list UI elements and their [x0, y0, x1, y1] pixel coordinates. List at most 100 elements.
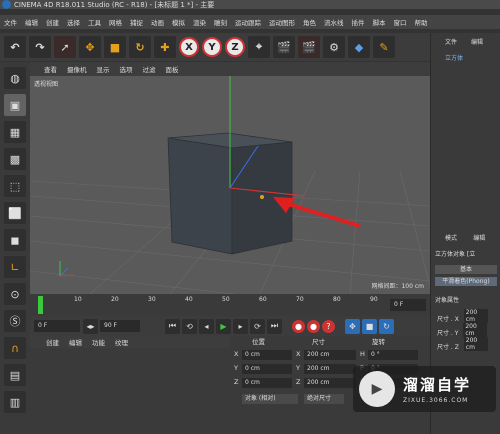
object-list-item-cube[interactable]: 立方体 — [435, 53, 500, 63]
previous-frame-button[interactable]: ◂ — [199, 318, 214, 334]
move-button[interactable]: ✥ — [79, 36, 101, 58]
render-to-picture-viewer-button[interactable]: 🎬 — [298, 36, 320, 58]
material-menu-edit[interactable]: 编辑 — [69, 337, 82, 347]
next-frame-button[interactable]: ▸ — [233, 318, 248, 334]
attr-size-z-field[interactable]: 200 cm — [463, 337, 488, 351]
edges-mode-button[interactable]: ⬜ — [4, 202, 26, 224]
object-menu-file[interactable]: 文件 — [445, 37, 457, 47]
x-axis-button[interactable]: X — [179, 37, 199, 57]
axis-mode-button[interactable]: ∟ — [4, 256, 26, 278]
menu-sculpt[interactable]: 雕刻 — [214, 17, 227, 27]
timeline-tick: 50 — [222, 296, 230, 303]
size-z-field[interactable]: 200 cm — [304, 378, 356, 388]
frame-stepper-icon[interactable]: ◂▸ — [83, 318, 98, 334]
live-select-button[interactable]: ➚ — [54, 36, 76, 58]
material-menu-texture[interactable]: 纹理 — [115, 337, 128, 347]
coordinate-mode-dropdown[interactable]: 对象 (相对) — [242, 394, 298, 404]
model-mode-button[interactable]: ▣ — [4, 94, 26, 116]
object-menu-edit[interactable]: 编辑 — [471, 37, 483, 47]
coordinate-system-button[interactable]: ⌖ — [248, 36, 270, 58]
menu-help[interactable]: 帮助 — [415, 17, 428, 27]
menu-pipeline[interactable]: 流水线 — [324, 17, 344, 27]
y-axis-button[interactable]: Y — [202, 37, 222, 57]
scale-key-button[interactable]: ■ — [362, 318, 377, 334]
menu-tools[interactable]: 工具 — [88, 17, 101, 27]
menu-create[interactable]: 创建 — [46, 17, 59, 27]
menu-select[interactable]: 选择 — [67, 17, 80, 27]
position-key-button[interactable]: ✥ — [345, 318, 360, 334]
snap-button[interactable]: Ⓢ — [4, 310, 26, 332]
timeline[interactable]: 0 10 20 30 40 50 60 70 80 90 0 F — [30, 294, 430, 316]
perspective-viewport[interactable]: 透视视图 网格间距：100 cm — [30, 76, 430, 294]
material-menu-function[interactable]: 功能 — [92, 337, 105, 347]
points-mode-button[interactable]: ⬚ — [4, 175, 26, 197]
rotate-button[interactable]: ↻ — [129, 36, 151, 58]
current-frame-field[interactable]: 0 F — [390, 299, 426, 311]
menu-plugins[interactable]: 插件 — [352, 17, 365, 27]
autokey-button[interactable]: ● — [307, 319, 320, 333]
size-x-field[interactable]: 200 cm — [304, 350, 356, 360]
menu-mesh[interactable]: 网格 — [109, 17, 122, 27]
render-view-button[interactable]: 🎬 — [273, 36, 295, 58]
attr-menu-edit[interactable]: 编辑 — [473, 235, 485, 242]
undo-button[interactable]: ↶ — [4, 36, 26, 58]
viewport-menu-view[interactable]: 查看 — [44, 64, 57, 74]
magnet-button[interactable]: ∩ — [4, 337, 26, 359]
viewport-menu-panel[interactable]: 面板 — [166, 64, 179, 74]
go-to-start-button[interactable]: ⏮ — [165, 318, 180, 334]
attr-menu-mode[interactable]: 模式 — [445, 235, 457, 242]
keyframe-selection-button[interactable]: ? — [322, 319, 335, 333]
tab-phong[interactable]: 平滑着色(Phong) — [435, 277, 497, 286]
next-key-button[interactable]: ⟳ — [250, 318, 265, 334]
viewport-menu-cameras[interactable]: 摄像机 — [67, 64, 87, 74]
pen-tool-button[interactable]: ✎ — [373, 36, 395, 58]
transform-button[interactable]: ✚ — [154, 36, 176, 58]
rotation-h-field[interactable]: 0 ° — [368, 350, 418, 360]
menu-mograph[interactable]: 运动图形 — [269, 17, 295, 27]
position-x-field[interactable]: 0 cm — [242, 350, 292, 360]
tab-basic[interactable]: 基本 — [435, 265, 497, 274]
planar-workplane-button[interactable]: ▥ — [4, 391, 26, 413]
render-settings-button[interactable]: ⚙ — [323, 36, 345, 58]
tweak-mode-button[interactable]: ⊙ — [4, 283, 26, 305]
position-y-field[interactable]: 0 cm — [242, 364, 292, 374]
menu-window[interactable]: 窗口 — [394, 17, 407, 27]
material-menu-create[interactable]: 创建 — [46, 337, 59, 347]
texture-mode-button[interactable]: ▦ — [4, 121, 26, 143]
menu-simulate[interactable]: 模拟 — [172, 17, 185, 27]
z-axis-button[interactable]: Z — [225, 37, 245, 57]
workplane-mode-button[interactable]: ▩ — [4, 148, 26, 170]
size-y-field[interactable]: 200 cm — [304, 364, 356, 374]
c4d-logo-icon — [2, 0, 11, 9]
viewport-menu-display[interactable]: 显示 — [97, 64, 110, 74]
rotation-key-button[interactable]: ↻ — [379, 318, 394, 334]
menu-render[interactable]: 渲染 — [193, 17, 206, 27]
object-axis-center[interactable] — [260, 195, 264, 199]
menu-script[interactable]: 脚本 — [373, 17, 386, 27]
menu-motion-tracker[interactable]: 运动跟踪 — [235, 17, 261, 27]
start-frame-field[interactable]: 0 F — [34, 320, 80, 332]
viewport-menu-options[interactable]: 选项 — [120, 64, 133, 74]
menu-snap[interactable]: 捕捉 — [130, 17, 143, 27]
end-frame-field[interactable]: 90 F — [100, 320, 140, 332]
menu-edit[interactable]: 编辑 — [25, 17, 38, 27]
viewport-menu-filter[interactable]: 过滤 — [143, 64, 156, 74]
previous-key-button[interactable]: ⟲ — [182, 318, 197, 334]
play-button[interactable]: ▶ — [216, 318, 231, 334]
position-z-field[interactable]: 0 cm — [242, 378, 292, 388]
locked-workplane-button[interactable]: ▤ — [4, 364, 26, 386]
menu-file[interactable]: 文件 — [4, 17, 17, 27]
playhead[interactable] — [38, 296, 43, 314]
cube-object-button[interactable]: ◆ — [348, 36, 370, 58]
record-button[interactable]: ● — [292, 319, 305, 333]
attr-size-x-field[interactable]: 200 cm — [463, 309, 488, 323]
size-mode-dropdown[interactable]: 绝对尺寸 — [304, 394, 344, 404]
scale-button[interactable]: ■ — [104, 36, 126, 58]
menu-animate[interactable]: 动画 — [151, 17, 164, 27]
polygons-mode-button[interactable]: ◼ — [4, 229, 26, 251]
redo-button[interactable]: ↷ — [29, 36, 51, 58]
menu-character[interactable]: 角色 — [303, 17, 316, 27]
go-to-end-button[interactable]: ⏭ — [267, 318, 282, 334]
attr-size-y-field[interactable]: 200 cm — [463, 323, 488, 337]
make-editable-button[interactable]: ◍ — [4, 67, 26, 89]
